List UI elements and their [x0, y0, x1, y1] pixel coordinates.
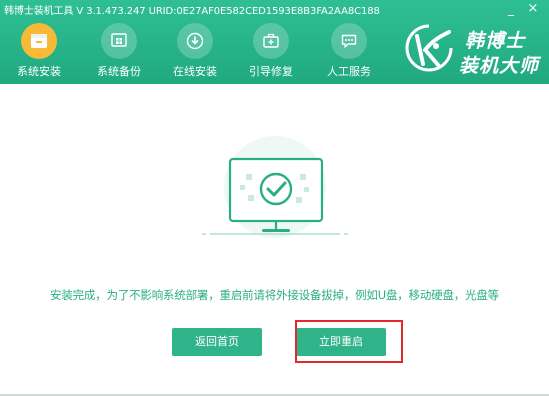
nav-label: 引导修复 — [249, 65, 293, 78]
install-complete-message: 安装完成，为了不影响系统部署，重启前请将外接设备拔掉，例如U盘，移动硬盘，光盘等 — [50, 288, 499, 302]
close-button[interactable]: × — [525, 1, 541, 17]
nav-label: 系统安装 — [17, 65, 61, 78]
install-complete-illustration — [202, 136, 348, 238]
red-highlight-box — [295, 320, 403, 363]
title-bar: 韩博士装机工具 V 3.1.473.247 URID:0E27AF0E582CE… — [0, 0, 549, 18]
chat-icon — [331, 23, 367, 59]
nav-item-online-install[interactable]: 在线安装 — [156, 18, 234, 84]
nav-label: 系统备份 — [97, 65, 141, 78]
header: 韩博士装机工具 V 3.1.473.247 URID:0E27AF0E582CE… — [0, 0, 549, 84]
logo-text-bottom: 装机大师 — [459, 55, 540, 77]
box-icon — [21, 23, 57, 59]
brand-logo: 韩博士 装机大师 — [403, 20, 543, 78]
nav-item-manual-service[interactable]: 人工服务 — [310, 18, 388, 84]
nav-item-system-install[interactable]: 系统安装 — [0, 18, 78, 84]
nav-item-system-backup[interactable]: 系统备份 — [80, 18, 158, 84]
windows-icon — [101, 23, 137, 59]
medkit-icon — [253, 23, 289, 59]
nav-item-boot-repair[interactable]: 引导修复 — [232, 18, 310, 84]
minimize-button[interactable]: _ — [503, 1, 519, 17]
logo-mark-icon — [405, 24, 453, 72]
window-title: 韩博士装机工具 V 3.1.473.247 URID:0E27AF0E582CE… — [4, 6, 380, 17]
logo-text-top: 韩博士 — [465, 30, 526, 52]
return-home-button[interactable]: 返回首页 — [172, 328, 262, 356]
nav-label: 在线安装 — [173, 65, 217, 78]
download-icon — [177, 23, 213, 59]
nav-label: 人工服务 — [327, 65, 371, 78]
